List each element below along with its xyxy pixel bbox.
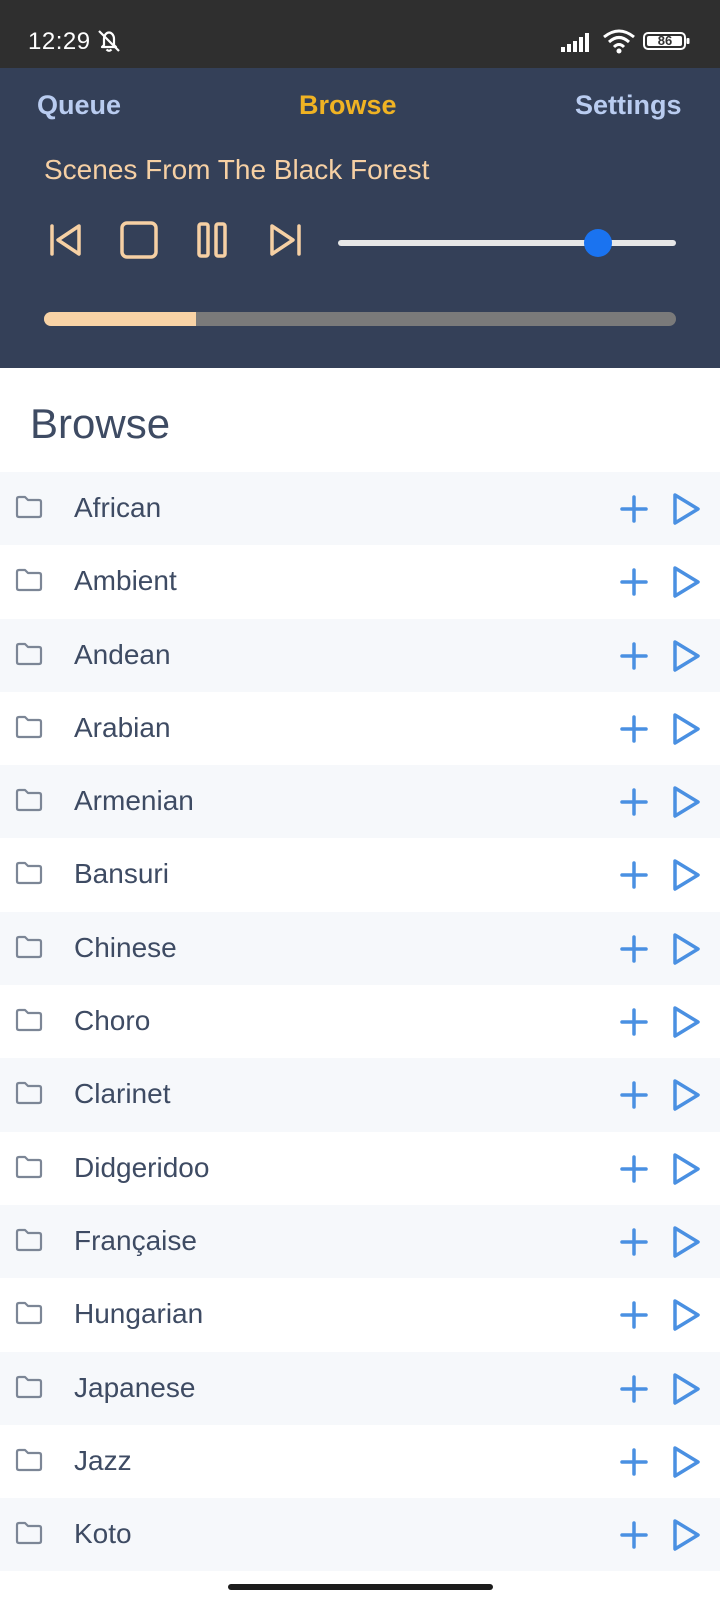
add-icon[interactable] (619, 1374, 649, 1409)
next-icon[interactable] (265, 220, 305, 260)
previous-icon[interactable] (46, 220, 86, 260)
list-item-label: Clarinet (74, 1078, 171, 1110)
playback-progress-bar[interactable] (44, 312, 676, 326)
folder-icon (15, 935, 43, 964)
list-item-label: Arabian (74, 711, 171, 743)
play-icon[interactable] (671, 565, 701, 604)
list-item[interactable]: Française (0, 1204, 720, 1279)
list-item[interactable]: Ambient (0, 545, 720, 618)
folder-icon (15, 495, 43, 524)
play-icon[interactable] (671, 639, 701, 678)
volume-slider[interactable] (338, 240, 676, 246)
list-item[interactable]: Bansuri (0, 838, 720, 911)
folder-icon (15, 1155, 43, 1184)
list-item-label: Choro (74, 1005, 151, 1037)
battery-level: 86 (657, 33, 673, 48)
signal-icon (561, 32, 595, 57)
folder-icon (15, 861, 43, 890)
list-item-label: Andean (74, 638, 171, 670)
add-icon[interactable] (619, 1080, 649, 1115)
play-icon[interactable] (671, 712, 701, 751)
folder-icon (15, 1448, 43, 1477)
list-item[interactable]: Clarinet (0, 1058, 720, 1132)
add-icon[interactable] (619, 860, 649, 895)
folder-icon (15, 1521, 43, 1550)
wifi-icon (602, 28, 636, 59)
now-playing-title: Scenes From The Black Forest (44, 154, 430, 185)
list-item-label: Ambient (74, 565, 177, 597)
list-item[interactable]: Armenian (0, 765, 720, 839)
add-icon[interactable] (619, 1520, 649, 1555)
browse-list: African Ambient Andean Arabian Armenian Bansu… (0, 472, 720, 1572)
list-item[interactable]: Choro (0, 985, 720, 1058)
play-icon[interactable] (671, 932, 701, 971)
folder-icon (15, 788, 43, 817)
play-icon[interactable] (671, 1005, 701, 1044)
folder-icon (15, 642, 43, 671)
list-item[interactable]: Jazz (0, 1425, 720, 1498)
page-title: Browse (30, 400, 171, 447)
play-icon[interactable] (671, 1298, 701, 1337)
add-icon[interactable] (619, 567, 649, 602)
folder-icon (15, 715, 43, 744)
mute-notifications-icon (95, 28, 123, 59)
tab-settings[interactable]: Settings (575, 90, 682, 121)
list-item-label: African (74, 492, 162, 523)
play-icon[interactable] (671, 858, 701, 897)
play-icon[interactable] (671, 1078, 701, 1117)
list-item-label: Bansuri (74, 858, 169, 890)
folder-icon (15, 1008, 43, 1037)
tab-queue[interactable]: Queue (37, 90, 121, 121)
folder-icon (15, 1081, 43, 1110)
add-icon[interactable] (619, 1300, 649, 1335)
list-item[interactable]: Koto (0, 1498, 720, 1572)
add-icon[interactable] (619, 1227, 649, 1262)
play-icon[interactable] (671, 785, 701, 824)
player-panel: Queue Browse Settings Scenes From The Bl… (0, 68, 720, 368)
list-item[interactable]: Andean (0, 618, 720, 692)
add-icon[interactable] (619, 1154, 649, 1189)
play-icon[interactable] (671, 1445, 701, 1484)
list-item-label: Didgeridoo (74, 1151, 210, 1183)
list-item[interactable]: Chinese (0, 911, 720, 986)
list-item-label: Hungarian (74, 1298, 204, 1330)
home-indicator[interactable] (228, 1584, 493, 1590)
list-item-label: Armenian (74, 785, 194, 817)
list-item[interactable]: Japanese (0, 1351, 720, 1425)
folder-icon (15, 1301, 43, 1330)
list-item-label: Koto (74, 1518, 132, 1550)
add-icon[interactable] (619, 494, 649, 529)
play-icon[interactable] (671, 1225, 701, 1264)
volume-slider-handle[interactable] (584, 229, 613, 257)
stop-icon[interactable] (119, 220, 159, 260)
playback-progress-fill (44, 312, 196, 326)
add-icon[interactable] (619, 1007, 649, 1042)
folder-icon (15, 1375, 43, 1404)
list-item[interactable]: African (0, 472, 720, 546)
list-item-label: Chinese (74, 931, 177, 963)
list-item[interactable]: Didgeridoo (0, 1132, 720, 1205)
pause-icon[interactable] (192, 220, 232, 260)
add-icon[interactable] (619, 641, 649, 676)
tab-browse[interactable]: Browse (299, 90, 397, 121)
list-item[interactable]: Arabian (0, 692, 720, 765)
play-icon[interactable] (671, 1518, 701, 1557)
status-bar: 12:29 86 (0, 0, 720, 68)
status-time: 12:29 (28, 28, 91, 55)
add-icon[interactable] (619, 1447, 649, 1482)
folder-icon (15, 1228, 43, 1257)
play-icon[interactable] (671, 1152, 701, 1191)
list-item-label: Japanese (74, 1371, 196, 1403)
add-icon[interactable] (619, 934, 649, 969)
folder-icon (15, 568, 43, 597)
add-icon[interactable] (619, 714, 649, 749)
play-icon[interactable] (671, 1372, 701, 1411)
play-icon[interactable] (671, 492, 701, 531)
list-item-label: Jazz (74, 1444, 132, 1476)
add-icon[interactable] (619, 787, 649, 822)
list-item[interactable]: Hungarian (0, 1278, 720, 1351)
list-item-label: Française (74, 1224, 197, 1256)
